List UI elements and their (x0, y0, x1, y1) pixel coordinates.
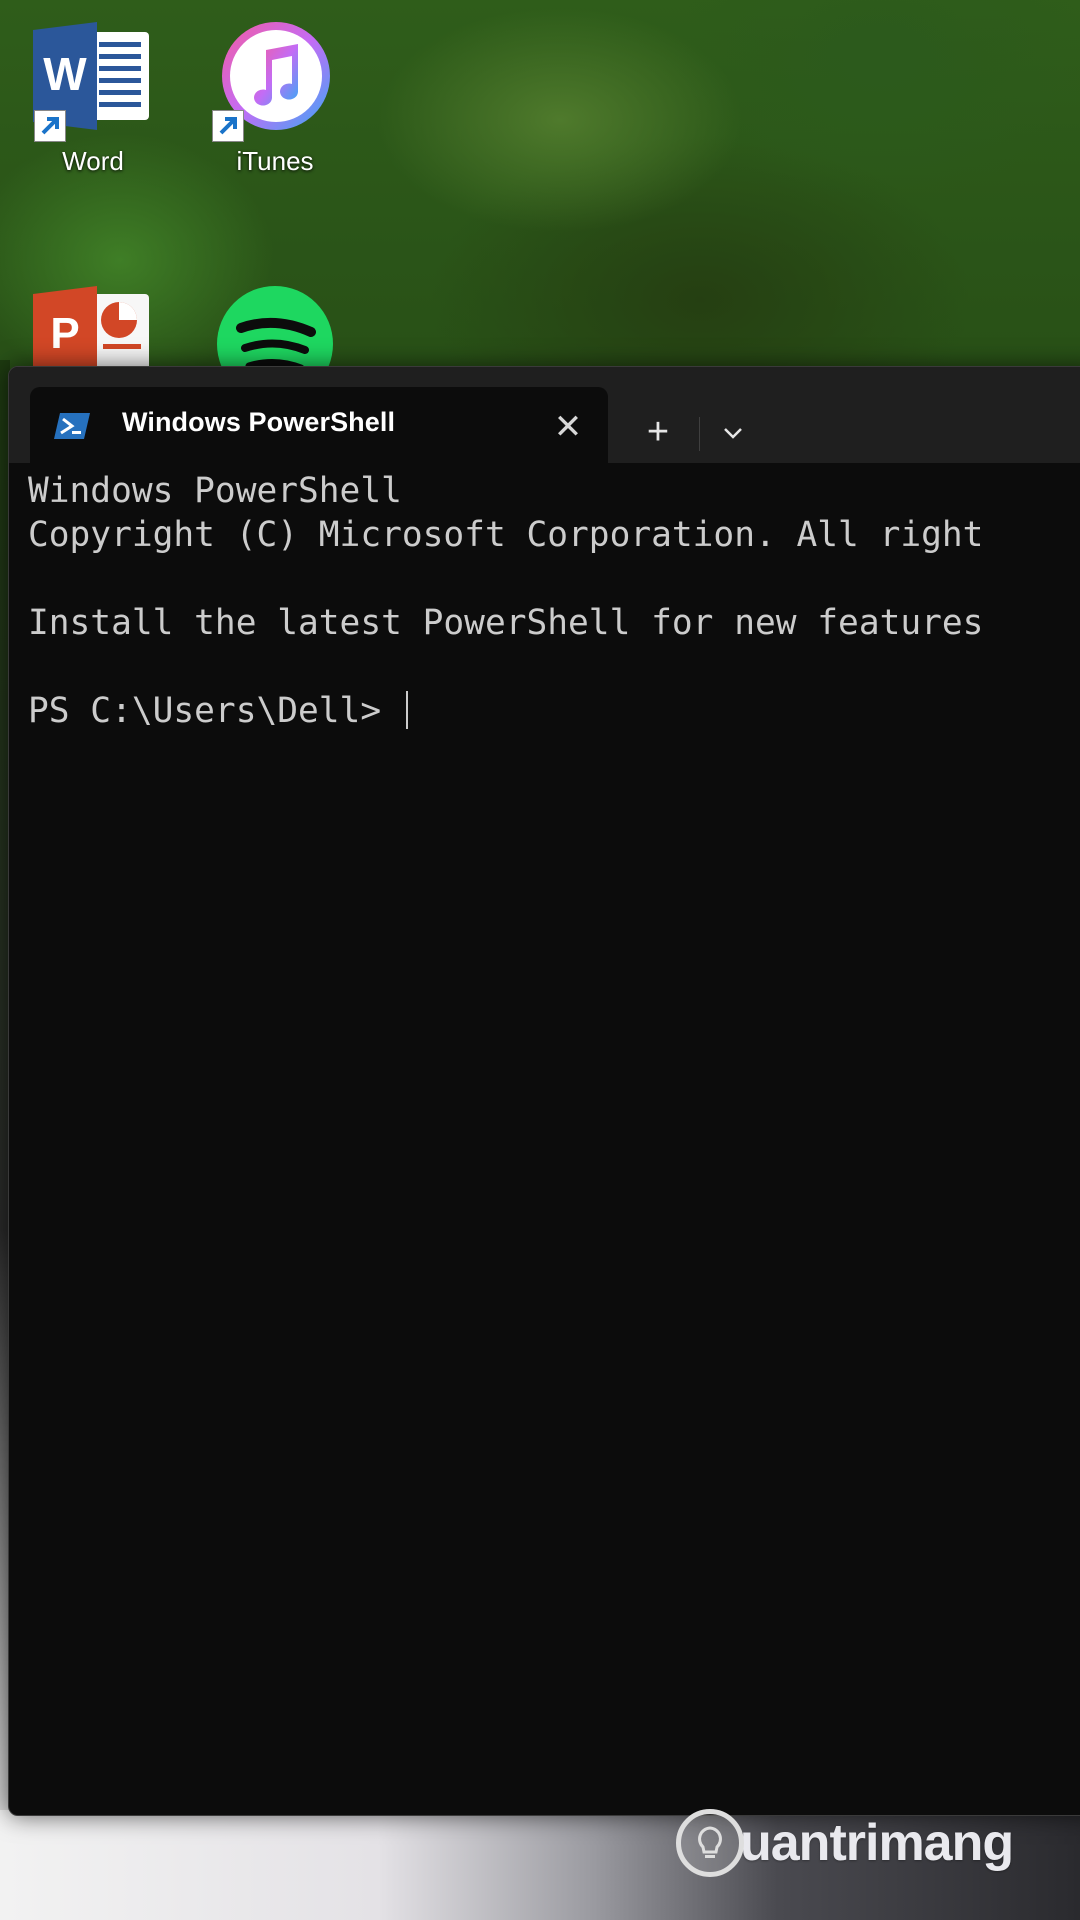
desktop-icon-spotify[interactable] (200, 280, 350, 370)
desktop-icon-label: Word (62, 146, 124, 176)
desktop-icon-word[interactable]: W Word (18, 0, 168, 190)
desktop-icon-itunes[interactable]: iTunes (200, 0, 350, 190)
title-bar[interactable]: Windows PowerShell ✕ + (9, 367, 1080, 463)
profile-dropdown-button[interactable] (713, 413, 753, 453)
terminal-prompt: PS C:\Users\Dell> (28, 691, 402, 731)
svg-text:P: P (50, 309, 79, 358)
spotify-icon (215, 284, 335, 368)
terminal-prompt-line[interactable]: PS C:\Users\Dell> (28, 689, 408, 733)
tab-title: Windows PowerShell (122, 407, 396, 437)
terminal-line: Copyright (C) Microsoft Corporation. All… (28, 515, 984, 555)
terminal-output[interactable]: Windows PowerShell Copyright (C) Microso… (9, 463, 1080, 1815)
titlebar-separator (699, 417, 700, 451)
terminal-line: Windows PowerShell (28, 471, 402, 511)
desktop-icon-label: iTunes (236, 146, 314, 176)
chevron-down-icon (724, 428, 742, 439)
powershell-icon (54, 413, 90, 439)
shortcut-arrow-icon (34, 110, 66, 142)
tab-windows-powershell[interactable]: Windows PowerShell ✕ (30, 387, 608, 463)
watermark-logo: uantrimang (676, 1806, 1014, 1880)
terminal-window[interactable]: Windows PowerShell ✕ + Windows PowerShel… (8, 366, 1080, 1816)
desktop-icon-powerpoint[interactable]: P (18, 280, 168, 370)
lightbulb-icon (676, 1809, 744, 1877)
watermark-text: uantrimang (740, 1814, 1014, 1872)
svg-text:W: W (43, 48, 87, 100)
close-tab-button[interactable]: ✕ (550, 409, 586, 445)
terminal-line: Install the latest PowerShell for new fe… (28, 603, 984, 643)
text-cursor (405, 691, 408, 729)
shortcut-arrow-icon (212, 110, 244, 142)
new-tab-button[interactable]: + (635, 409, 681, 455)
powerpoint-icon: P (33, 286, 149, 366)
